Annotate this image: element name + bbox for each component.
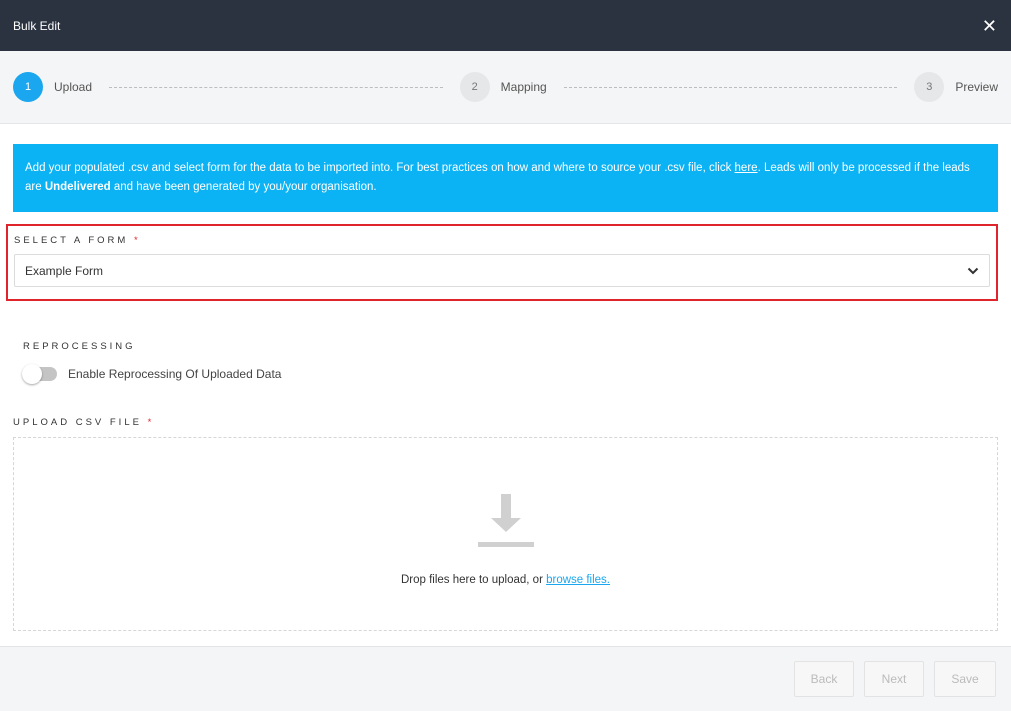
step-label: Preview — [955, 80, 998, 94]
step-upload[interactable]: 1 Upload — [13, 72, 92, 102]
modal-footer: Back Next Save — [0, 646, 1011, 711]
step-label: Mapping — [500, 80, 547, 94]
form-select[interactable]: Example Form — [14, 254, 990, 287]
back-button[interactable]: Back — [794, 661, 854, 697]
info-banner: Add your populated .csv and select form … — [13, 144, 998, 212]
drop-text: Drop files here to upload, or browse fil… — [401, 574, 610, 586]
modal-title: Bulk Edit — [13, 18, 61, 33]
step-connector — [109, 86, 443, 88]
step-preview[interactable]: 3 Preview — [914, 72, 998, 102]
download-arrow-icon — [477, 494, 534, 547]
toggle-label: Enable Reprocessing Of Uploaded Data — [68, 367, 282, 381]
toggle-knob — [22, 364, 42, 384]
stepper: 1 Upload 2 Mapping 3 Preview — [0, 51, 1011, 124]
info-text: Add your populated .csv and select form … — [25, 162, 735, 174]
step-number: 2 — [459, 72, 490, 102]
next-button[interactable]: Next — [864, 661, 924, 697]
form-select-value: Example Form — [25, 263, 104, 278]
step-number: 1 — [13, 72, 43, 102]
here-link[interactable]: here — [735, 162, 758, 174]
step-number: 3 — [914, 72, 945, 102]
upload-label-row: UPLOAD CSV FILE * — [13, 417, 1011, 428]
reprocessing-toggle[interactable] — [22, 364, 57, 384]
step-label: Upload — [54, 80, 93, 94]
upload-label: UPLOAD CSV FILE — [13, 417, 142, 428]
select-form-section: SELECT A FORM * Example Form — [6, 224, 998, 301]
drop-instructions: Drop files here to upload, or — [400, 574, 547, 586]
info-bold: Undelivered — [44, 181, 111, 193]
modal-header: Bulk Edit ✕ — [0, 0, 1011, 51]
save-button[interactable]: Save — [934, 661, 996, 697]
required-mark: * — [133, 235, 141, 246]
step-connector — [563, 86, 898, 88]
reprocessing-section: REPROCESSING Enable Reprocessing Of Uplo… — [22, 341, 1011, 384]
reprocessing-label: REPROCESSING — [23, 341, 136, 352]
reprocessing-toggle-row: Enable Reprocessing Of Uploaded Data — [22, 364, 1011, 384]
select-form-label: SELECT A FORM — [14, 235, 129, 246]
step-mapping[interactable]: 2 Mapping — [459, 72, 547, 102]
close-icon[interactable]: ✕ — [982, 17, 997, 35]
chevron-down-icon — [967, 267, 979, 274]
section-label: SELECT A FORM * — [14, 235, 990, 246]
file-dropzone[interactable]: Drop files here to upload, or browse fil… — [13, 437, 998, 631]
browse-files-link[interactable]: browse files. — [546, 574, 610, 586]
required-mark: * — [147, 417, 155, 428]
info-text: and have been generated by you/your orga… — [110, 181, 377, 193]
